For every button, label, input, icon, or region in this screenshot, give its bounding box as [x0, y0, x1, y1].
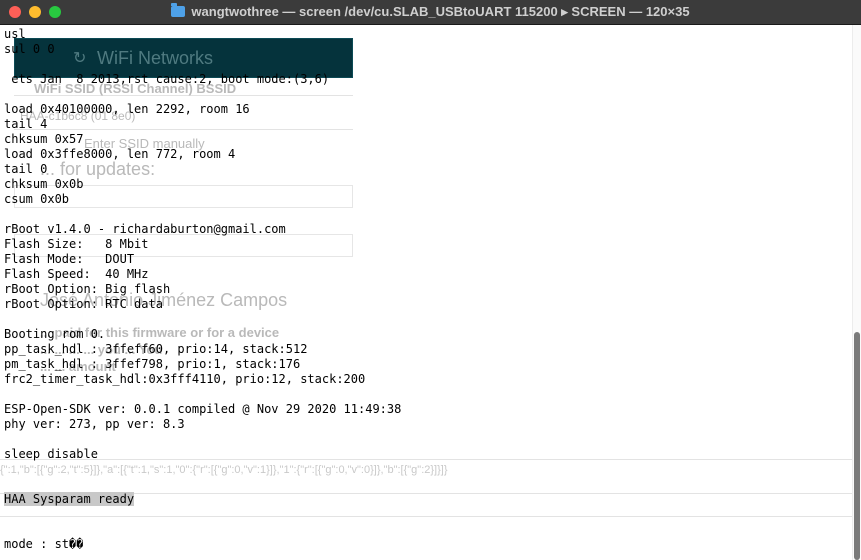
terminal-line: Booting rom 0. [4, 327, 106, 341]
terminal-line: sul 0 0 [4, 42, 55, 56]
terminal-line: phy ver: 273, pp ver: 8.3 [4, 417, 185, 431]
terminal-line: frc2_timer_task_hdl:0x3fff4110, prio:12,… [4, 372, 366, 386]
terminal-line: rBoot v1.4.0 - richardaburton@gmail.com [4, 222, 286, 236]
window-title-text: wangtwothree — screen /dev/cu.SLAB_USBto… [191, 4, 690, 19]
terminal-line: HAA Sysparam ready [4, 492, 401, 507]
selected-text: HAA Sysparam ready [4, 492, 135, 506]
terminal-line: Flash Mode: DOUT [4, 252, 135, 266]
terminal-line: chksum 0x57 [4, 132, 84, 146]
terminal-output[interactable]: usl sul 0 0 ets Jan 8 2013,rst cause:2, b… [4, 27, 401, 552]
terminal-line: csum 0x0b [4, 192, 70, 206]
terminal-line: tail 0 [4, 162, 48, 176]
scrollbar-thumb[interactable] [854, 332, 860, 560]
terminal-line: usl [4, 27, 26, 41]
terminal-line: ets Jan 8 2013,rst cause:2, boot mode:(3… [4, 72, 330, 86]
terminal-line: ESP-Open-SDK ver: 0.0.1 compiled @ Nov 2… [4, 402, 402, 416]
terminal-line: pp_task_hdl : 3ffeff60, prio:14, stack:5… [4, 342, 308, 356]
title-bar[interactable]: wangtwothree — screen /dev/cu.SLAB_USBto… [0, 0, 861, 25]
terminal-line: mode : st�� [4, 537, 84, 551]
terminal-line: rBoot Option: Big flash [4, 282, 171, 296]
terminal-line: rBoot Option: RTC data [4, 297, 163, 311]
terminal-line: Flash Speed: 40 MHz [4, 267, 149, 281]
terminal-line: tail 4 [4, 117, 48, 131]
terminal-line: pm_task_hdl : 3ffef798, prio:1, stack:17… [4, 357, 301, 371]
vertical-scrollbar[interactable] [852, 25, 861, 560]
terminal-line: sleep disable [4, 447, 98, 461]
terminal-line: chksum 0x0b [4, 177, 84, 191]
terminal-line: Flash Size: 8 Mbit [4, 237, 149, 251]
terminal-window: wangtwothree — screen /dev/cu.SLAB_USBto… [0, 0, 861, 560]
window-title: wangtwothree — screen /dev/cu.SLAB_USBto… [0, 3, 861, 20]
folder-icon [171, 3, 186, 17]
terminal-line: load 0x3ffe8000, len 772, room 4 [4, 147, 236, 161]
terminal-line: load 0x40100000, len 2292, room 16 [4, 102, 250, 116]
